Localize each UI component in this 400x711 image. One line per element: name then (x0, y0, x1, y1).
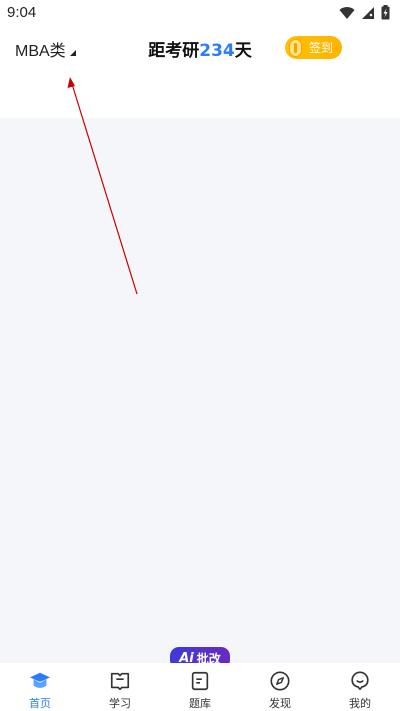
tab-mine-label: 我的 (349, 697, 371, 710)
tab-home-label: 首页 (29, 697, 51, 710)
tab-mine[interactable]: 我的 (320, 663, 400, 711)
top-header: MBA类 距考研234天 签到 (0, 28, 400, 68)
wifi-icon (339, 6, 355, 19)
tab-discover[interactable]: 发现 (240, 663, 320, 711)
status-time: 9:04 (7, 4, 37, 21)
coin-icon (289, 38, 302, 57)
user-face-icon (351, 671, 369, 691)
graduation-cap-icon (29, 672, 51, 688)
countdown-days: 234 (199, 41, 235, 61)
main-content (0, 118, 400, 663)
tab-question-bank[interactable]: 题库 (160, 663, 240, 711)
countdown-suffix: 天 (234, 41, 252, 61)
compass-icon (270, 671, 290, 691)
signal-icon (362, 6, 374, 19)
notepad-icon (191, 671, 209, 691)
battery-icon (381, 5, 390, 20)
tab-study[interactable]: 学习 (80, 663, 160, 711)
status-bar: 9:04 (0, 0, 400, 28)
tab-home[interactable]: 首页 (0, 663, 80, 711)
book-icon (110, 672, 130, 691)
status-icons (339, 5, 390, 20)
checkin-button[interactable]: 签到 (285, 36, 342, 59)
countdown-prefix: 距考研 (148, 41, 200, 61)
tab-study-label: 学习 (109, 697, 131, 710)
bottom-tab-bar: 首页 学习 题库 发现 我的 (0, 663, 400, 711)
tab-question-bank-label: 题库 (189, 697, 211, 710)
checkin-label: 签到 (309, 41, 334, 55)
tab-discover-label: 发现 (269, 697, 291, 710)
